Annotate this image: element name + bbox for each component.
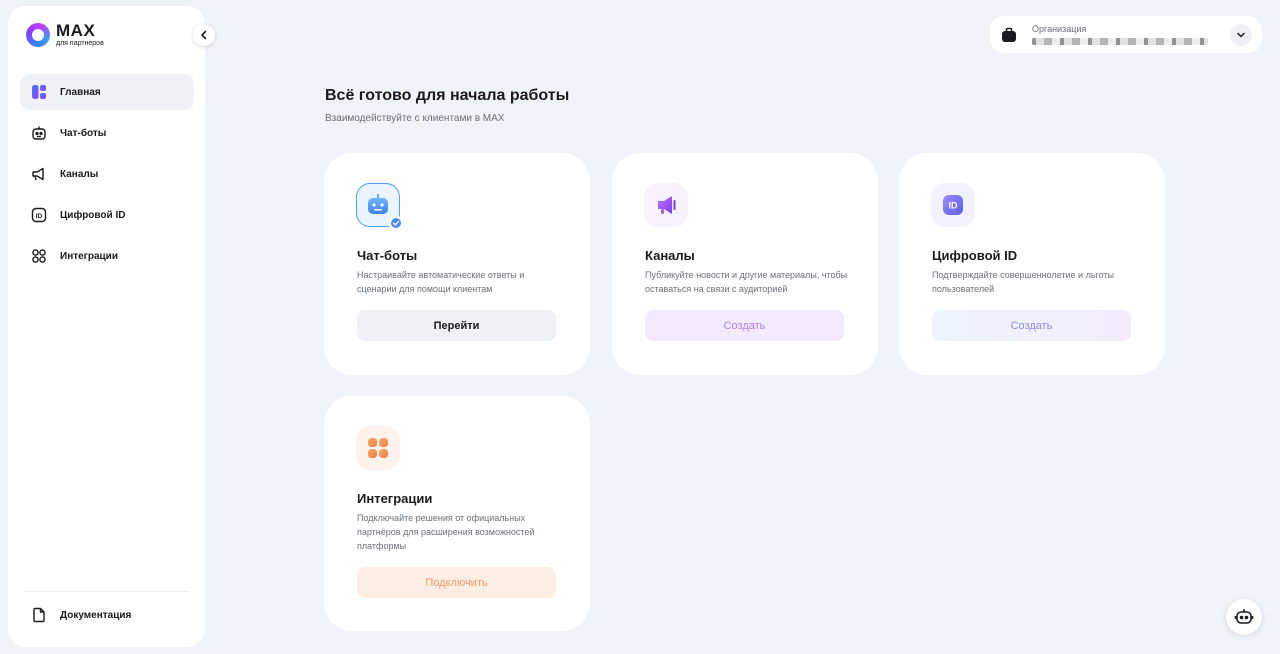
go-button[interactable]: Перейти bbox=[357, 310, 556, 341]
card-title: Чат-боты bbox=[357, 248, 418, 263]
sidebar-item-label: Интеграции bbox=[60, 250, 118, 262]
organization-selector[interactable]: Организация bbox=[990, 16, 1262, 53]
organization-name-redacted bbox=[1032, 38, 1208, 45]
sidebar-divider bbox=[24, 591, 189, 592]
briefcase-icon bbox=[1000, 26, 1018, 44]
sidebar-item-label: Каналы bbox=[60, 168, 99, 180]
megaphone-icon bbox=[30, 165, 48, 183]
bot-icon bbox=[356, 183, 403, 230]
sidebar-item-label: Чат-боты bbox=[60, 127, 107, 139]
id-icon: ID bbox=[931, 183, 975, 227]
bot-icon bbox=[30, 124, 48, 142]
sidebar-item-integrations[interactable]: Интеграции bbox=[20, 238, 194, 274]
collapse-sidebar-button[interactable] bbox=[193, 24, 215, 46]
card-digital-id: ID Цифровой ID Подтверждайте совершеннол… bbox=[899, 153, 1165, 375]
check-badge-icon bbox=[389, 216, 403, 230]
assistant-button[interactable] bbox=[1226, 599, 1262, 635]
max-logo-icon bbox=[26, 22, 50, 47]
svg-text:ID: ID bbox=[36, 213, 43, 220]
logo-subtitle: для партнеров bbox=[56, 40, 104, 47]
card-description: Настраивайте автоматические ответы и сце… bbox=[357, 270, 525, 294]
chevron-left-icon bbox=[201, 30, 207, 40]
megaphone-icon bbox=[644, 183, 688, 227]
card-title: Интеграции bbox=[357, 491, 433, 506]
card-description: Публикуйте новости и другие материалы, ч… bbox=[645, 270, 848, 294]
organization-label: Организация bbox=[1032, 24, 1087, 34]
sidebar-item-label: Главная bbox=[60, 86, 101, 98]
connect-button[interactable]: Подключить bbox=[357, 567, 556, 598]
max-logo[interactable]: MAX для партнеров bbox=[26, 22, 104, 47]
card-title: Цифровой ID bbox=[932, 248, 1018, 263]
page-subtitle: Взаимодействуйте с клиентами в MAX bbox=[325, 113, 505, 124]
card-chatbots: Чат-боты Настраивайте автоматические отв… bbox=[324, 153, 590, 375]
create-channel-button[interactable]: Создать bbox=[645, 310, 844, 341]
sidebar-nav: Главная Чат-боты Каналы ID Цифровой ID И… bbox=[20, 74, 194, 279]
sidebar-item-home[interactable]: Главная bbox=[20, 74, 194, 110]
sidebar-item-documentation[interactable]: Документация bbox=[30, 606, 131, 624]
sidebar-item-digital-id[interactable]: ID Цифровой ID bbox=[20, 197, 194, 233]
card-description: Подключайте решения от официальных партн… bbox=[357, 513, 535, 551]
card-description: Подтверждайте совершеннолетие и льготы п… bbox=[932, 270, 1115, 294]
create-digital-id-button[interactable]: Создать bbox=[932, 310, 1131, 341]
chevron-down-icon[interactable] bbox=[1230, 23, 1252, 46]
logo-title: MAX bbox=[56, 21, 96, 40]
sidebar: MAX для партнеров Главная Чат-боты Канал… bbox=[8, 6, 205, 647]
document-icon bbox=[30, 606, 48, 624]
integrations-icon bbox=[30, 247, 48, 265]
sidebar-item-channels[interactable]: Каналы bbox=[20, 156, 194, 192]
card-title: Каналы bbox=[645, 248, 695, 263]
svg-text:ID: ID bbox=[949, 201, 959, 211]
page-title: Всё готово для начала работы bbox=[325, 87, 570, 104]
documentation-label: Документация bbox=[60, 609, 132, 621]
bot-icon bbox=[1234, 609, 1254, 624]
sidebar-item-chatbots[interactable]: Чат-боты bbox=[20, 115, 194, 151]
sidebar-item-label: Цифровой ID bbox=[60, 209, 126, 221]
integrations-icon bbox=[356, 426, 400, 470]
id-icon: ID bbox=[30, 206, 48, 224]
card-channels: Каналы Публикуйте новости и другие матер… bbox=[612, 153, 878, 375]
card-integrations: Интеграции Подключайте решения от официа… bbox=[324, 396, 590, 631]
home-grid-icon bbox=[30, 83, 48, 101]
